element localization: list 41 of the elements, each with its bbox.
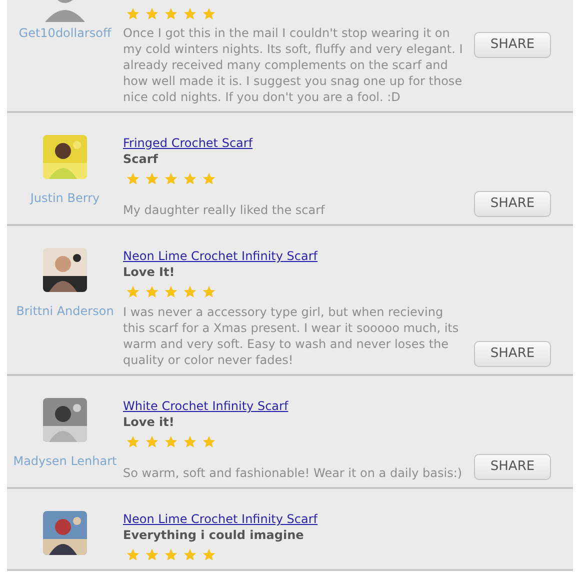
review-headline: Scarf: [123, 151, 160, 168]
review-headline: Everything i could imagine: [123, 527, 305, 544]
star-icon: [126, 285, 140, 299]
star-icon: [202, 7, 216, 21]
star-icon: [164, 172, 178, 186]
star-icon: [145, 285, 159, 299]
star-icon: [164, 548, 178, 562]
review-text: I was never a accessory type girl, but when recieving this scarf for a Xmas present. I wear it sooooo much, its warm and very soft. Easy to wash and never loses the quality or color never fades!: [123, 304, 460, 368]
product-link[interactable]: Neon Lime Crochet Infinity Scarf: [123, 511, 318, 527]
star-icon: [202, 548, 216, 562]
star-icon: [145, 7, 159, 21]
star-icon: [164, 7, 178, 21]
star-icon: [126, 7, 140, 21]
star-icon: [202, 435, 216, 449]
review-text: My daughter really liked the scarf: [123, 202, 326, 218]
star-icon: [183, 285, 197, 299]
product-link[interactable]: Fringed Crochet Scarf: [123, 135, 253, 151]
star-icon: [183, 172, 197, 186]
star-icon: [183, 548, 197, 562]
review-text: Once I got this in the mail I couldn't stop wearing it on my cold winters nights. Its soft, fluffy and very elegant. I already received many complements on the scarf and how well made it is. I suggest you snag one up for those nice cold nights. If you don't you are a fool. :D: [123, 25, 464, 105]
star-icon: [202, 285, 216, 299]
star-icon: [183, 435, 197, 449]
star-icon: [126, 548, 140, 562]
product-link[interactable]: Neon Lime Crochet Infinity Scarf: [123, 248, 318, 264]
review-headline: Love It!: [123, 264, 176, 281]
star-icon: [145, 172, 159, 186]
star-icon: [202, 172, 216, 186]
star-icon: [164, 435, 178, 449]
share-button[interactable]: SHARE: [474, 341, 551, 367]
share-button[interactable]: SHARE: [474, 191, 551, 217]
review-headline: Love it!: [123, 414, 176, 431]
star-icon: [145, 548, 159, 562]
share-button[interactable]: SHARE: [474, 454, 551, 480]
star-icon: [164, 285, 178, 299]
product-link[interactable]: White Crochet Infinity Scarf: [123, 398, 288, 414]
share-button[interactable]: SHARE: [474, 32, 551, 58]
star-icon: [183, 7, 197, 21]
star-icon: [126, 435, 140, 449]
star-icon: [126, 172, 140, 186]
star-icon: [145, 435, 159, 449]
review-text: So warm, soft and fashionable! Wear it on a daily basis:): [123, 465, 464, 481]
